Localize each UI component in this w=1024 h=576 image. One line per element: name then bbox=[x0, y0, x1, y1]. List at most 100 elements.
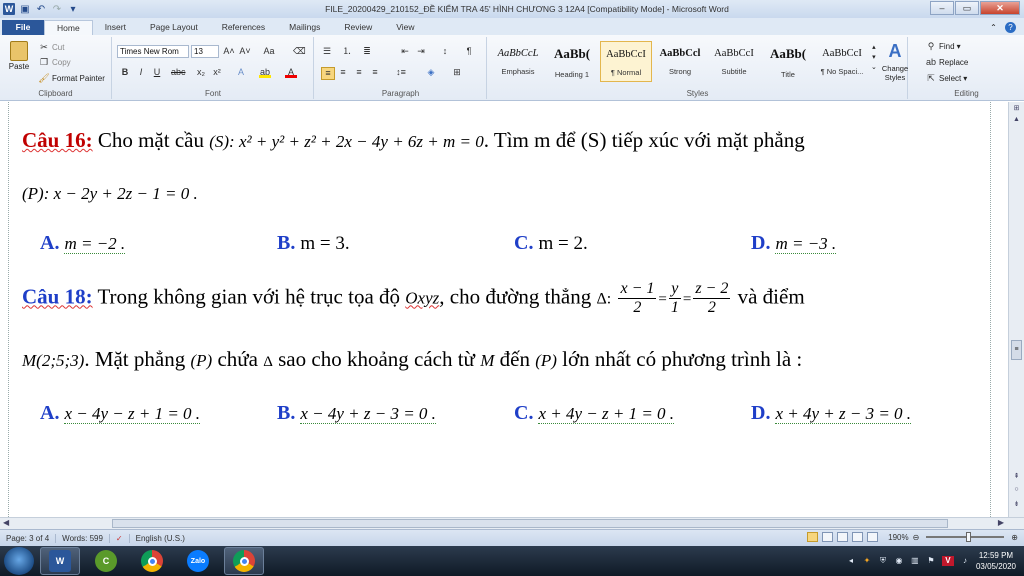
tab-file[interactable]: File bbox=[2, 20, 44, 35]
sort-button[interactable]: ↕ bbox=[439, 46, 451, 57]
scroll-up-icon[interactable]: ▲ bbox=[1011, 116, 1022, 123]
zoom-level[interactable]: 190% bbox=[888, 533, 908, 542]
decrease-indent-button[interactable]: ⇤ bbox=[399, 46, 411, 57]
tab-home[interactable]: Home bbox=[44, 20, 93, 35]
tray-shield-icon[interactable]: ⛨ bbox=[878, 556, 888, 566]
print-layout-view-icon[interactable] bbox=[807, 532, 819, 542]
bold-button[interactable]: B bbox=[119, 67, 131, 78]
line-spacing-button[interactable]: ↕≡ bbox=[395, 67, 407, 78]
zoom-in-icon[interactable]: ⊕ bbox=[1011, 533, 1018, 542]
taskbar-word[interactable]: W bbox=[40, 547, 80, 575]
style-emphasis[interactable]: AaBbCcL Emphasis bbox=[492, 41, 544, 82]
highlight-button[interactable]: ab bbox=[259, 67, 271, 78]
tray-chrome-icon[interactable]: ◉ bbox=[894, 556, 904, 566]
scroll-right-icon[interactable]: ▶ bbox=[998, 518, 1004, 527]
volume-icon[interactable]: ♪ bbox=[960, 556, 970, 566]
save-icon[interactable]: ▣ bbox=[19, 3, 31, 15]
paste-button[interactable]: Paste bbox=[6, 41, 32, 71]
previous-page-icon[interactable]: ⇞ bbox=[1011, 472, 1022, 480]
format-painter-button[interactable]: 🖌 Format Painter bbox=[38, 73, 105, 84]
language-indicator[interactable]: English (U.S.) bbox=[130, 534, 191, 543]
flag-icon[interactable]: ⚑ bbox=[926, 556, 936, 566]
subscript-button[interactable]: x₂ bbox=[195, 67, 207, 78]
justify-button[interactable]: ≡ bbox=[369, 67, 381, 78]
vertical-scrollbar[interactable]: ⊞ ▲ ≡ ⇞ ○ ⇟ bbox=[1008, 102, 1024, 517]
vertical-scroll-thumb[interactable]: ≡ bbox=[1011, 340, 1022, 360]
minimize-button[interactable]: – bbox=[930, 1, 954, 15]
text-effects-button[interactable]: A bbox=[235, 67, 247, 78]
align-left-button[interactable]: ≡ bbox=[321, 67, 335, 80]
page-count[interactable]: Page: 3 of 4 bbox=[0, 533, 57, 543]
style-title[interactable]: AaBb(Title bbox=[762, 41, 814, 82]
show-marks-button[interactable]: ¶ bbox=[463, 46, 475, 57]
word-count[interactable]: Words: 599 bbox=[56, 533, 110, 543]
taskbar-chrome[interactable] bbox=[132, 547, 172, 575]
style-strong[interactable]: AaBbCcl Strong bbox=[654, 41, 706, 82]
underline-button[interactable]: U bbox=[151, 67, 163, 78]
increase-indent-button[interactable]: ⇥ bbox=[415, 46, 427, 57]
cut-button[interactable]: ✂ Cut bbox=[38, 42, 64, 53]
network-icon[interactable]: ▥ bbox=[910, 556, 920, 566]
browse-object-icon[interactable]: ○ bbox=[1011, 486, 1022, 493]
grow-font-button[interactable]: A˄ bbox=[223, 46, 235, 57]
customize-toolbar-icon[interactable]: ▾ bbox=[67, 3, 79, 15]
zoom-slider-thumb[interactable] bbox=[966, 532, 972, 542]
shrink-font-button[interactable]: A˅ bbox=[239, 46, 251, 57]
multilevel-list-button[interactable]: ≣ bbox=[361, 46, 373, 57]
undo-icon[interactable]: ↶ bbox=[35, 3, 47, 15]
minimize-ribbon-icon[interactable]: ⌃ bbox=[988, 22, 999, 33]
taskbar-ccleaner[interactable]: C bbox=[86, 547, 126, 575]
style-normal[interactable]: AaBbCcI ¶ Normal bbox=[600, 41, 652, 82]
tray-expand-icon[interactable]: ◂ bbox=[846, 556, 856, 566]
scroll-left-icon[interactable]: ◀ bbox=[3, 518, 9, 527]
borders-button[interactable]: ⊞ bbox=[451, 67, 463, 78]
italic-button[interactable]: I bbox=[135, 67, 147, 78]
style-subtitle[interactable]: AaBbCcI Subtitle bbox=[708, 41, 760, 82]
word-logo-icon[interactable]: W bbox=[3, 3, 15, 15]
next-page-icon[interactable]: ⇟ bbox=[1011, 500, 1022, 508]
tab-review[interactable]: Review bbox=[332, 20, 384, 35]
help-icon[interactable]: ? bbox=[1005, 22, 1016, 33]
bullets-button[interactable]: ☰ bbox=[321, 46, 333, 57]
start-button[interactable] bbox=[4, 547, 34, 575]
select-button[interactable]: ⇱ Select ▾ bbox=[925, 73, 967, 84]
align-right-button[interactable]: ≡ bbox=[353, 67, 365, 78]
redo-icon[interactable]: ↷ bbox=[51, 3, 63, 15]
outline-view-icon[interactable] bbox=[852, 532, 864, 542]
style-no-spacing[interactable]: AaBbCcI ¶ No Spaci... bbox=[816, 41, 868, 82]
taskbar-zalo[interactable]: Zalo bbox=[178, 547, 218, 575]
full-screen-view-icon[interactable] bbox=[822, 532, 834, 542]
find-button[interactable]: ⚲ Find ▾ bbox=[925, 41, 961, 52]
tab-references[interactable]: References bbox=[210, 20, 277, 35]
horizontal-scrollbar[interactable]: ◀ ▶ bbox=[0, 517, 1024, 529]
horizontal-scroll-thumb[interactable] bbox=[112, 519, 948, 528]
font-color-button[interactable]: A bbox=[285, 67, 297, 78]
document-area[interactable]: Câu 16: Cho mặt cầu (S): x² + y² + z² + … bbox=[0, 102, 1024, 517]
change-case-button[interactable]: Aa bbox=[263, 46, 275, 57]
tray-app-icon[interactable]: ✦ bbox=[862, 556, 872, 566]
zoom-slider[interactable] bbox=[926, 532, 1005, 542]
replace-button[interactable]: ab Replace bbox=[925, 57, 968, 68]
font-name-select[interactable]: Times New Rom bbox=[117, 45, 189, 58]
maximize-button[interactable]: ▭ bbox=[955, 1, 979, 15]
taskbar-chrome-2[interactable] bbox=[224, 547, 264, 575]
strikethrough-button[interactable]: abc bbox=[171, 67, 186, 78]
tab-mailings[interactable]: Mailings bbox=[277, 20, 332, 35]
input-language[interactable]: V bbox=[941, 556, 954, 566]
zoom-out-icon[interactable]: ⊖ bbox=[913, 533, 920, 542]
numbering-button[interactable]: ⒈ bbox=[341, 46, 353, 57]
superscript-button[interactable]: x² bbox=[211, 67, 223, 78]
clock[interactable]: 12:59 PM 03/05/2020 bbox=[976, 550, 1016, 572]
copy-button[interactable]: ❐ Copy bbox=[38, 57, 71, 68]
draft-view-icon[interactable] bbox=[867, 532, 879, 542]
clear-formatting-button[interactable]: ⌫ bbox=[293, 46, 306, 57]
styles-scroll[interactable]: ▴ ▾ ⌄ bbox=[871, 43, 877, 71]
close-button[interactable]: ✕ bbox=[980, 1, 1020, 15]
change-styles-button[interactable]: A Change Styles bbox=[882, 41, 908, 82]
ruler-toggle-icon[interactable]: ⊞ bbox=[1011, 104, 1022, 112]
web-layout-view-icon[interactable] bbox=[837, 532, 849, 542]
style-heading-1[interactable]: AaBb(Heading 1 bbox=[546, 41, 598, 82]
proofing-icon[interactable]: ✓ bbox=[110, 533, 130, 543]
tab-page-layout[interactable]: Page Layout bbox=[138, 20, 210, 35]
tab-view[interactable]: View bbox=[384, 20, 426, 35]
